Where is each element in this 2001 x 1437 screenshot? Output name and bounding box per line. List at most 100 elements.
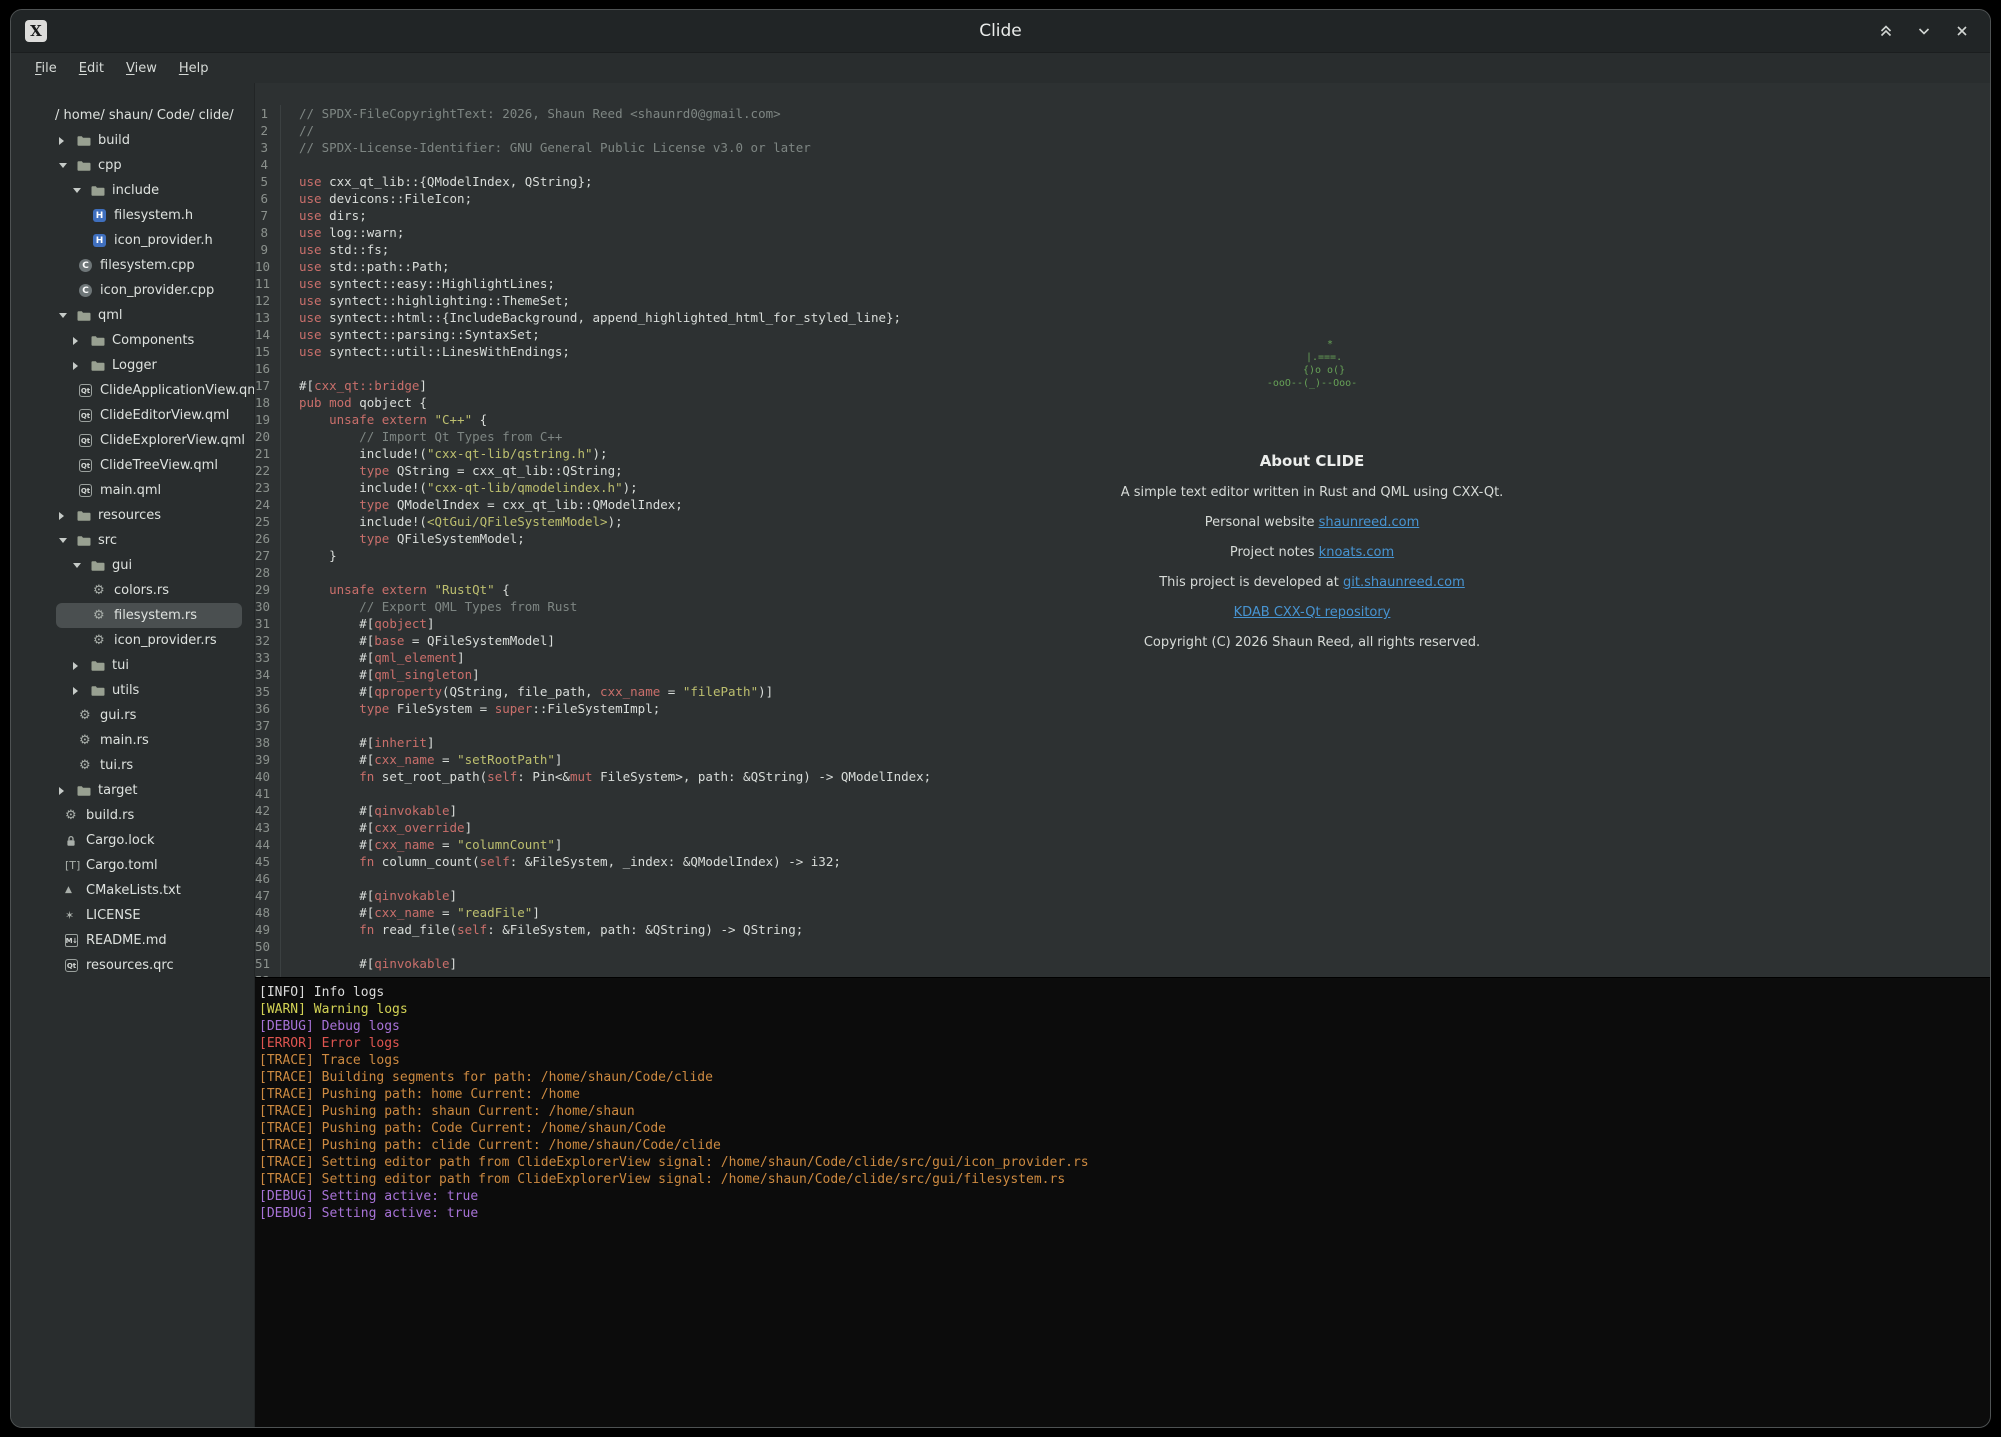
code-editor[interactable]: 1// SPDX-FileCopyrightText: 2026, Shaun … — [255, 83, 1990, 977]
line-number: 12 — [255, 292, 281, 309]
code-line[interactable]: 37 — [255, 717, 1990, 734]
tree-item-cargo-lock[interactable]: Cargo.lock — [11, 828, 254, 853]
code-line[interactable]: 6use devicons::FileIcon; — [255, 190, 1990, 207]
app-icon[interactable]: X — [25, 20, 47, 42]
chevron-right-icon[interactable] — [73, 662, 91, 670]
code-line[interactable]: 52 — [255, 972, 1990, 977]
tree-item-logger[interactable]: Logger — [11, 353, 254, 378]
menu-item-file[interactable]: File — [25, 58, 67, 79]
menu-item-edit[interactable]: Edit — [69, 58, 114, 79]
chevron-down-icon[interactable] — [59, 313, 77, 318]
tree-item-resources[interactable]: resources — [11, 503, 254, 528]
code-line[interactable]: 36 type FileSystem = super::FileSystemIm… — [255, 700, 1990, 717]
chevron-down-icon[interactable] — [73, 188, 91, 193]
link-git-shaunreed-com[interactable]: git.shaunreed.com — [1343, 575, 1465, 590]
code-line[interactable]: 43 #[cxx_override] — [255, 819, 1990, 836]
code-line[interactable]: 42 #[qinvokable] — [255, 802, 1990, 819]
link-shaunreed-com[interactable]: shaunreed.com — [1319, 515, 1420, 530]
tree-item-main-rs[interactable]: ⚙main.rs — [11, 728, 254, 753]
code-line[interactable]: 10use std::path::Path; — [255, 258, 1990, 275]
code-line[interactable]: 50 — [255, 938, 1990, 955]
code-line[interactable]: 44 #[cxx_name = "columnCount"] — [255, 836, 1990, 853]
tree-item-readme-md[interactable]: M↓README.md — [11, 928, 254, 953]
tree-item-clideeditorview-qml[interactable]: QtClideEditorView.qml — [11, 403, 254, 428]
code-line[interactable]: 3// SPDX-License-Identifier: GNU General… — [255, 139, 1990, 156]
shade-window-button[interactable] — [1874, 19, 1898, 43]
line-number: 15 — [255, 343, 281, 360]
code-line[interactable]: 39 #[cxx_name = "setRootPath"] — [255, 751, 1990, 768]
code-line[interactable]: 47 #[qinvokable] — [255, 887, 1990, 904]
line-number: 5 — [255, 173, 281, 190]
tree-item-gui-rs[interactable]: ⚙gui.rs — [11, 703, 254, 728]
link-kdab-cxx-qt-repository[interactable]: KDAB CXX-Qt repository — [1234, 605, 1391, 620]
tree-item-icon-provider-rs[interactable]: ⚙icon_provider.rs — [11, 628, 254, 653]
tree-item-build[interactable]: build — [11, 128, 254, 153]
log-line-trace: [TRACE] Setting editor path from ClideEx… — [259, 1171, 1986, 1188]
chevron-right-icon[interactable] — [73, 362, 91, 370]
tree-item-cpp[interactable]: cpp — [11, 153, 254, 178]
tree-item-qml[interactable]: qml — [11, 303, 254, 328]
code-line[interactable]: 1// SPDX-FileCopyrightText: 2026, Shaun … — [255, 105, 1990, 122]
tree-item-gui[interactable]: gui — [11, 553, 254, 578]
chevron-right-icon[interactable] — [59, 512, 77, 520]
code-line[interactable]: 7use dirs; — [255, 207, 1990, 224]
tree-item-utils[interactable]: utils — [11, 678, 254, 703]
header-file-icon: H — [93, 209, 109, 222]
log-console[interactable]: [INFO] Info logs[WARN] Warning logs[DEBU… — [255, 977, 1990, 1427]
tree-item-cmakelists-txt[interactable]: ▲CMakeLists.txt — [11, 878, 254, 903]
code-line[interactable]: 9use std::fs; — [255, 241, 1990, 258]
tree-item-colors-rs[interactable]: ⚙colors.rs — [11, 578, 254, 603]
chevron-down-icon[interactable] — [73, 563, 91, 568]
code-line[interactable]: 4 — [255, 156, 1990, 173]
tree-item-clideapplicationview-qml[interactable]: QtClideApplicationView.qml — [11, 378, 254, 403]
tree-item-cargo-toml[interactable]: [T]Cargo.toml — [11, 853, 254, 878]
tree-item-filesystem-cpp[interactable]: Cfilesystem.cpp — [11, 253, 254, 278]
tree-item-main-qml[interactable]: Qtmain.qml — [11, 478, 254, 503]
code-line[interactable]: 13use syntect::html::{IncludeBackground,… — [255, 309, 1990, 326]
tree-item-tui[interactable]: tui — [11, 653, 254, 678]
tree-item-resources-qrc[interactable]: Qtresources.qrc — [11, 953, 254, 978]
tree-item-icon-provider-h[interactable]: Hicon_provider.h — [11, 228, 254, 253]
code-line[interactable]: 49 fn read_file(self: &FileSystem, path:… — [255, 921, 1990, 938]
code-line[interactable]: 35 #[qproperty(QString, file_path, cxx_n… — [255, 683, 1990, 700]
tree-item-clideexplorerview-qml[interactable]: QtClideExplorerView.qml — [11, 428, 254, 453]
chevron-right-icon[interactable] — [73, 687, 91, 695]
tree-item-include[interactable]: include — [11, 178, 254, 203]
code-line[interactable]: 2// — [255, 122, 1990, 139]
link-knoats-com[interactable]: knoats.com — [1319, 545, 1394, 560]
tree-item-filesystem-h[interactable]: Hfilesystem.h — [11, 203, 254, 228]
code-text: // Export QML Types from Rust — [281, 598, 577, 615]
code-line[interactable]: 46 — [255, 870, 1990, 887]
code-line[interactable]: 8use log::warn; — [255, 224, 1990, 241]
chevron-right-icon[interactable] — [59, 137, 77, 145]
tree-item-tui-rs[interactable]: ⚙tui.rs — [11, 753, 254, 778]
tree-item-filesystem-rs[interactable]: ⚙filesystem.rs — [56, 603, 242, 628]
code-line[interactable]: 51 #[qinvokable] — [255, 955, 1990, 972]
tree-item-components[interactable]: Components — [11, 328, 254, 353]
chevron-down-icon[interactable] — [59, 163, 77, 168]
tree-item-license[interactable]: ✶LICENSE — [11, 903, 254, 928]
tree-item-clidetreeview-qml[interactable]: QtClideTreeView.qml — [11, 453, 254, 478]
chevron-right-icon[interactable] — [73, 337, 91, 345]
tree-item-src[interactable]: src — [11, 528, 254, 553]
menu-item-help[interactable]: Help — [169, 58, 219, 79]
minimize-button[interactable] — [1912, 19, 1936, 43]
line-number: 43 — [255, 819, 281, 836]
tree-item-build-rs[interactable]: ⚙build.rs — [11, 803, 254, 828]
code-line[interactable]: 34 #[qml_singleton] — [255, 666, 1990, 683]
chevron-right-icon[interactable] — [59, 787, 77, 795]
tree-root-path[interactable]: / home/ shaun/ Code/ clide/ — [11, 103, 254, 128]
code-line[interactable]: 40 fn set_root_path(self: Pin<&mut FileS… — [255, 768, 1990, 785]
code-line[interactable]: 41 — [255, 785, 1990, 802]
code-line[interactable]: 5use cxx_qt_lib::{QModelIndex, QString}; — [255, 173, 1990, 190]
menu-item-view[interactable]: View — [116, 58, 167, 79]
code-line[interactable]: 11use syntect::easy::HighlightLines; — [255, 275, 1990, 292]
code-line[interactable]: 12use syntect::highlighting::ThemeSet; — [255, 292, 1990, 309]
code-line[interactable]: 48 #[cxx_name = "readFile"] — [255, 904, 1990, 921]
code-line[interactable]: 38 #[inherit] — [255, 734, 1990, 751]
chevron-down-icon[interactable] — [59, 538, 77, 543]
tree-item-target[interactable]: target — [11, 778, 254, 803]
code-line[interactable]: 45 fn column_count(self: &FileSystem, _i… — [255, 853, 1990, 870]
close-button[interactable] — [1950, 19, 1974, 43]
tree-item-icon-provider-cpp[interactable]: Cicon_provider.cpp — [11, 278, 254, 303]
